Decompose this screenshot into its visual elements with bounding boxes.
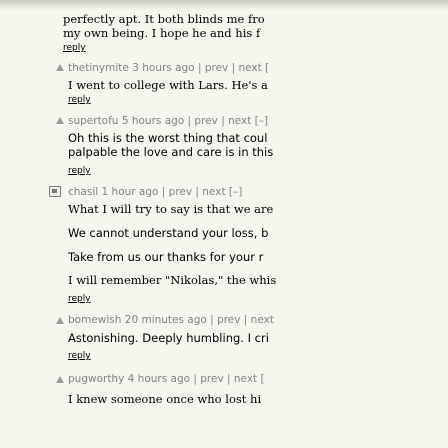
reply-link[interactable]: reply	[68, 166, 91, 176]
username-link[interactable]: chasil	[68, 186, 98, 198]
comment-text-line: Take from us our thanks for your r	[68, 250, 264, 264]
username-link[interactable]: bomewish	[68, 314, 121, 326]
upvote-arrow-icon[interactable]	[56, 64, 64, 71]
comment-text-line: Astonishing. Deeply humbling. I cri	[68, 331, 269, 345]
comment-meta: supertofu 5 hours ago | prev | next [–]	[68, 115, 268, 127]
reply-link[interactable]: reply	[68, 351, 91, 361]
comment-age-nav[interactable]: 5 hours ago | prev | next [–]	[122, 115, 268, 127]
comment-age-nav[interactable]: 1 hour ago | prev | next [–]	[102, 186, 243, 198]
comment-text-line: my own being. I hope he and his f	[63, 26, 261, 40]
upvote-arrow-icon[interactable]	[56, 317, 64, 324]
comment-meta: bomewish 20 minutes ago | prev | next	[68, 314, 274, 326]
comment-text-line: Oh this is the worst thing that coul	[68, 131, 268, 145]
comment-text-line: I will remember "Nikolas," the whis	[68, 273, 277, 287]
comment-text-line: I knew someone once who lost hi	[68, 392, 262, 406]
collapse-toggle-icon[interactable]	[49, 186, 61, 197]
comment-age-nav[interactable]: 20 minutes ago | prev | next	[125, 314, 274, 326]
comment-text-line: perfectly apt. It both blinds me fro	[63, 12, 265, 26]
comment-text-line: We cannot understand your loss, b	[68, 226, 269, 240]
previous-comment-overlap	[0, 0, 448, 10]
comment-text-line: What I will try to say is that we are	[68, 202, 274, 216]
comment-meta: thetinymite 3 hours ago | prev | next [	[68, 62, 269, 74]
reply-link[interactable]: reply	[68, 294, 91, 304]
reply-link[interactable]: reply	[63, 43, 86, 53]
upvote-arrow-icon[interactable]	[56, 117, 64, 124]
username-link[interactable]: supertofu	[68, 115, 118, 127]
comment-age-nav[interactable]: 3 hours ago | prev | next [	[132, 62, 269, 74]
comment-text-line: I went to college with Lars. He's a	[68, 78, 268, 92]
comment-meta: pugworthy 4 hours ago | prev | next [	[68, 373, 265, 385]
comment-meta: chasil 1 hour ago | prev | next [–]	[68, 186, 242, 198]
comment-text-line: palpable the love and care is in this	[68, 145, 274, 159]
username-link[interactable]: pugworthy	[68, 373, 124, 385]
username-link[interactable]: thetinymite	[68, 62, 129, 74]
comment-age-nav[interactable]: 4 hours ago | prev | next [	[128, 373, 265, 385]
upvote-arrow-icon[interactable]	[56, 376, 64, 383]
reply-link[interactable]: reply	[68, 95, 91, 105]
